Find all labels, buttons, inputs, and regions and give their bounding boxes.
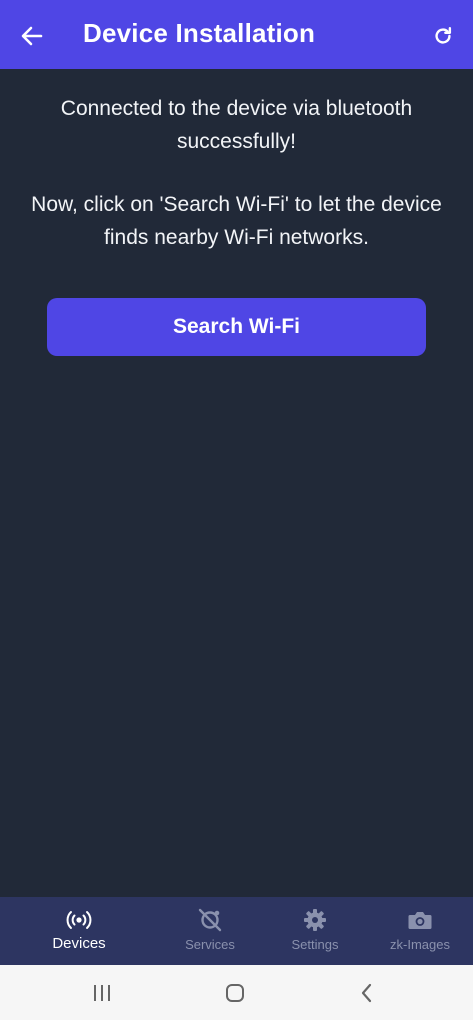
back-icon bbox=[361, 983, 372, 1003]
nav-item-services[interactable]: Services bbox=[172, 897, 248, 965]
bottom-navigation: Devices Services Settings zk-Images bbox=[0, 897, 473, 965]
system-navigation-bar bbox=[0, 965, 473, 1020]
system-back-button[interactable] bbox=[352, 978, 382, 1008]
main-content: Connected to the device via bluetooth su… bbox=[0, 69, 473, 897]
instruction-message: Now, click on 'Search Wi-Fi' to let the … bbox=[31, 193, 442, 249]
app-bar: Device Installation bbox=[0, 0, 473, 69]
services-icon bbox=[197, 907, 223, 933]
connection-status-message: Connected to the device via bluetooth su… bbox=[60, 97, 413, 153]
home-button[interactable] bbox=[220, 978, 250, 1008]
back-button[interactable] bbox=[18, 22, 46, 50]
refresh-button[interactable] bbox=[429, 22, 457, 50]
page-title: Device Installation bbox=[83, 18, 316, 48]
nav-item-zk-images[interactable]: zk-Images bbox=[380, 897, 460, 965]
home-icon bbox=[226, 984, 244, 1002]
nav-label-settings: Settings bbox=[291, 937, 339, 952]
nav-item-devices[interactable]: Devices bbox=[40, 897, 118, 965]
arrow-left-icon bbox=[21, 26, 43, 46]
nav-label-services: Services bbox=[185, 937, 235, 952]
search-wifi-button[interactable]: Search Wi-Fi bbox=[47, 298, 426, 356]
camera-icon bbox=[407, 907, 433, 933]
recent-apps-icon bbox=[94, 985, 110, 1001]
nav-item-settings[interactable]: Settings bbox=[282, 897, 348, 965]
refresh-icon bbox=[435, 27, 452, 44]
recent-apps-button[interactable] bbox=[87, 978, 117, 1008]
gear-icon bbox=[302, 907, 328, 933]
nav-label-devices: Devices bbox=[52, 935, 106, 952]
screen: Device Installation Connected to the dev… bbox=[0, 0, 473, 1020]
nav-label-zk-images: zk-Images bbox=[390, 937, 450, 952]
broadcast-icon bbox=[66, 907, 92, 933]
